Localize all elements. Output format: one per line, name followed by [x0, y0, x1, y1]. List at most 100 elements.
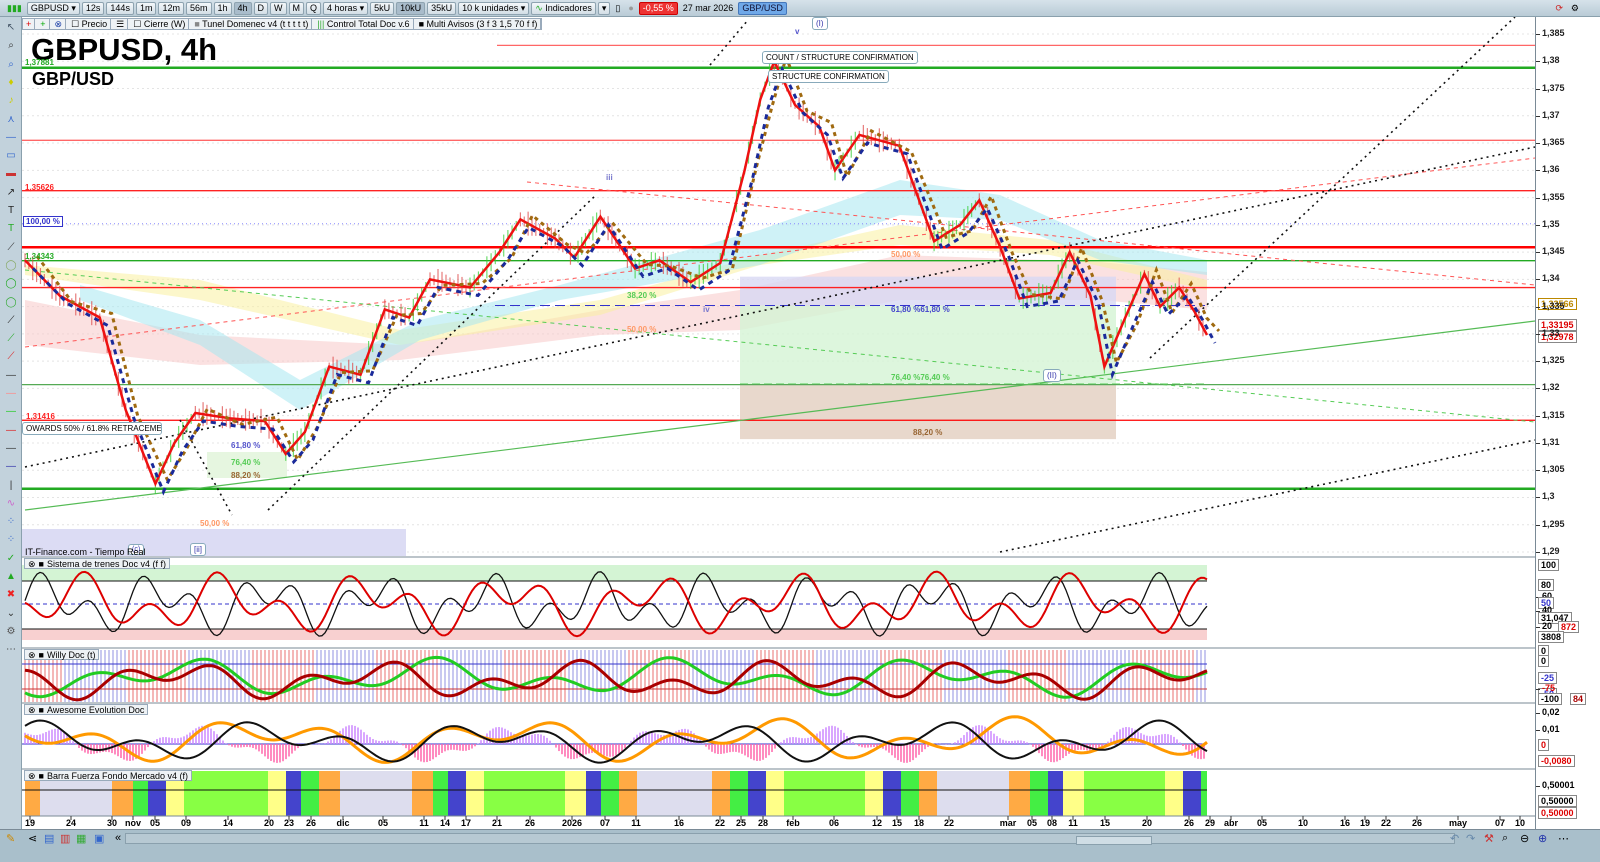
- close-icon[interactable]: ⊗: [28, 650, 36, 660]
- more-icon[interactable]: ⋯: [1558, 832, 1569, 845]
- timeframe-M[interactable]: M: [288, 1, 305, 15]
- scrollbar-thumb[interactable]: [1076, 836, 1152, 845]
- legend-multi-avisos[interactable]: ■ Multi Avisos (3 f 3 1,5 70 f f): [416, 18, 542, 30]
- filled-rect-icon[interactable]: ▬: [3, 167, 19, 181]
- annotation-structure[interactable]: STRUCTURE CONFIRMATION: [768, 70, 889, 83]
- timeframe-12m[interactable]: 12m: [158, 1, 184, 15]
- legend-precio[interactable]: ☐ Precio: [68, 18, 112, 30]
- indicators-dropdown[interactable]: ▾: [597, 1, 611, 15]
- list-icon[interactable]: ▥: [60, 832, 70, 845]
- horizontal-scrollbar[interactable]: [125, 833, 1455, 845]
- trendline-green-icon[interactable]: ⟋: [3, 332, 19, 346]
- wave-icon[interactable]: ∿: [3, 497, 19, 511]
- chart-canvas[interactable]: [0, 0, 1600, 862]
- wave-label[interactable]: (I): [812, 17, 828, 30]
- more-tools-icon[interactable]: ⋯: [3, 643, 19, 657]
- close-icon[interactable]: ⊗: [28, 559, 36, 569]
- panel-title-trenes[interactable]: ⊗ ■ Sistema de trenes Doc v4 (f f): [24, 558, 171, 569]
- add-green-icon[interactable]: +: [37, 18, 50, 30]
- timeframe-D[interactable]: D: [253, 1, 269, 15]
- timeframe-W[interactable]: W: [270, 1, 287, 15]
- line-icon[interactable]: ⟋: [3, 241, 19, 255]
- chat-icon[interactable]: ▤: [44, 832, 54, 845]
- timeframe-144s[interactable]: 144s: [106, 1, 134, 15]
- close-icon[interactable]: ⊗: [28, 705, 36, 715]
- annotation-count[interactable]: COUNT / STRUCTURE CONFIRMATION: [762, 51, 918, 64]
- timeframe-4h[interactable]: 4h: [233, 1, 252, 15]
- chart-type-icon[interactable]: ▮▮▮: [4, 3, 25, 14]
- annotation-retracement[interactable]: OWARDS 50% / 61.8% RETRACEMENT: [22, 422, 162, 435]
- legend-tunel[interactable]: ■ Tunel Domenec v4 (t t t t t): [191, 18, 313, 30]
- indicator-icon[interactable]: ▦: [76, 832, 86, 845]
- pattern-icon[interactable]: ⁘: [3, 515, 19, 529]
- trendline-black-icon[interactable]: ⟋: [3, 314, 19, 328]
- rectangle-icon[interactable]: ▭: [3, 149, 19, 163]
- timeframe-Q[interactable]: Q: [306, 1, 322, 15]
- trendline-red-icon[interactable]: ⟋: [3, 350, 19, 364]
- vline-icon[interactable]: |: [3, 479, 19, 493]
- share-icon[interactable]: ⋖: [28, 832, 37, 845]
- redo-icon[interactable]: ↷: [1466, 832, 1475, 845]
- add-indicator-icon[interactable]: +: [23, 18, 36, 30]
- collapse-icon[interactable]: «: [115, 832, 121, 844]
- close-icon[interactable]: ⊗: [28, 771, 36, 781]
- pointer-icon[interactable]: ↖: [3, 21, 19, 35]
- pencil-icon[interactable]: ✎: [6, 832, 15, 845]
- hline-green-icon[interactable]: —: [3, 405, 19, 419]
- expand-icon[interactable]: ⌄: [3, 607, 19, 621]
- pair-badge[interactable]: GBP/USD: [738, 1, 787, 15]
- refresh-icon[interactable]: ⟳: [1552, 3, 1566, 14]
- zoom-in-icon[interactable]: ⊕: [1538, 832, 1547, 845]
- text-icon[interactable]: T: [3, 204, 19, 218]
- volume-35kU[interactable]: 35kU: [427, 1, 457, 15]
- wave-label[interactable]: (II): [1043, 369, 1061, 382]
- period-select[interactable]: 4 horas ▾: [323, 1, 369, 15]
- hline-red-icon[interactable]: —: [3, 424, 19, 438]
- legend-control-total[interactable]: ||| Control Total Doc v.6: [314, 18, 414, 30]
- units-select[interactable]: 10 k unidades ▾: [458, 1, 530, 15]
- panel-title-awesome[interactable]: ⊗ ■ Awesome Evolution Doc: [24, 704, 149, 715]
- timeframe-12s[interactable]: 12s: [81, 1, 105, 15]
- ellipse-green-icon[interactable]: ◯: [3, 277, 19, 291]
- zoom-fit-icon[interactable]: ⌕: [1502, 832, 1508, 845]
- check-icon[interactable]: ✓: [3, 552, 19, 566]
- hline-gray-icon[interactable]: —: [3, 442, 19, 456]
- panel-title-barra[interactable]: ⊗ ■ Barra Fuerza Fondo Mercado v4 (f): [24, 770, 193, 781]
- window-icon[interactable]: ▣: [94, 832, 104, 845]
- thumb-icon[interactable]: ▲: [3, 570, 19, 584]
- fib-line-icon[interactable]: —: [3, 131, 19, 145]
- list-icon[interactable]: ☰: [113, 18, 129, 30]
- wave-label[interactable]: [ii]: [190, 543, 206, 556]
- zoom-out-icon[interactable]: ⊖: [1520, 832, 1529, 845]
- indicators-button[interactable]: ∿ Indicadores: [531, 1, 596, 15]
- timeframe-1m[interactable]: 1m: [135, 1, 157, 15]
- panel-title-willy[interactable]: ⊗ ■ Willy Doc (t): [24, 649, 100, 660]
- zoom-icon[interactable]: ⌕: [3, 39, 19, 53]
- fibonacci-icon[interactable]: ⋏: [3, 113, 19, 127]
- symbol-select[interactable]: GBPUSD ▾: [26, 1, 80, 15]
- hline-black-icon[interactable]: —: [3, 369, 19, 383]
- settings-tool-icon[interactable]: ⚙: [3, 625, 19, 639]
- volume-10kU[interactable]: 10kU: [396, 1, 426, 15]
- undo-icon[interactable]: ↶: [1450, 832, 1459, 845]
- alert-edit-icon[interactable]: ♦: [3, 76, 19, 90]
- alert-icon[interactable]: ♪: [3, 94, 19, 108]
- legend-cierre[interactable]: ☐ Cierre (W): [130, 18, 190, 30]
- timeframe-1h[interactable]: 1h: [213, 1, 232, 15]
- hline-pink-icon[interactable]: —: [3, 387, 19, 401]
- close-circle-icon[interactable]: ⊗: [52, 18, 67, 30]
- tools-icon[interactable]: ⚒: [1484, 832, 1494, 845]
- ellipse-blue-icon[interactable]: ◯: [3, 296, 19, 310]
- ellipse-icon[interactable]: ◯: [3, 259, 19, 273]
- price-axis[interactable]: 1,33566 1,33195 1,32978 1,385 1,38 1,375 1,…: [1535, 17, 1600, 829]
- settings-icon[interactable]: ⚙: [1568, 3, 1582, 14]
- arrow-icon[interactable]: ↗: [3, 186, 19, 200]
- hline-blue-icon[interactable]: —: [3, 460, 19, 474]
- timeframe-56m[interactable]: 56m: [185, 1, 212, 15]
- volume-5kU[interactable]: 5kU: [370, 1, 395, 15]
- text-bubble-icon[interactable]: T: [3, 222, 19, 236]
- zoom-area-icon[interactable]: ⌕: [3, 58, 19, 72]
- delete-icon[interactable]: ✖: [3, 588, 19, 602]
- pause-icon[interactable]: ▯: [612, 3, 623, 14]
- pattern2-icon[interactable]: ⁘: [3, 533, 19, 547]
